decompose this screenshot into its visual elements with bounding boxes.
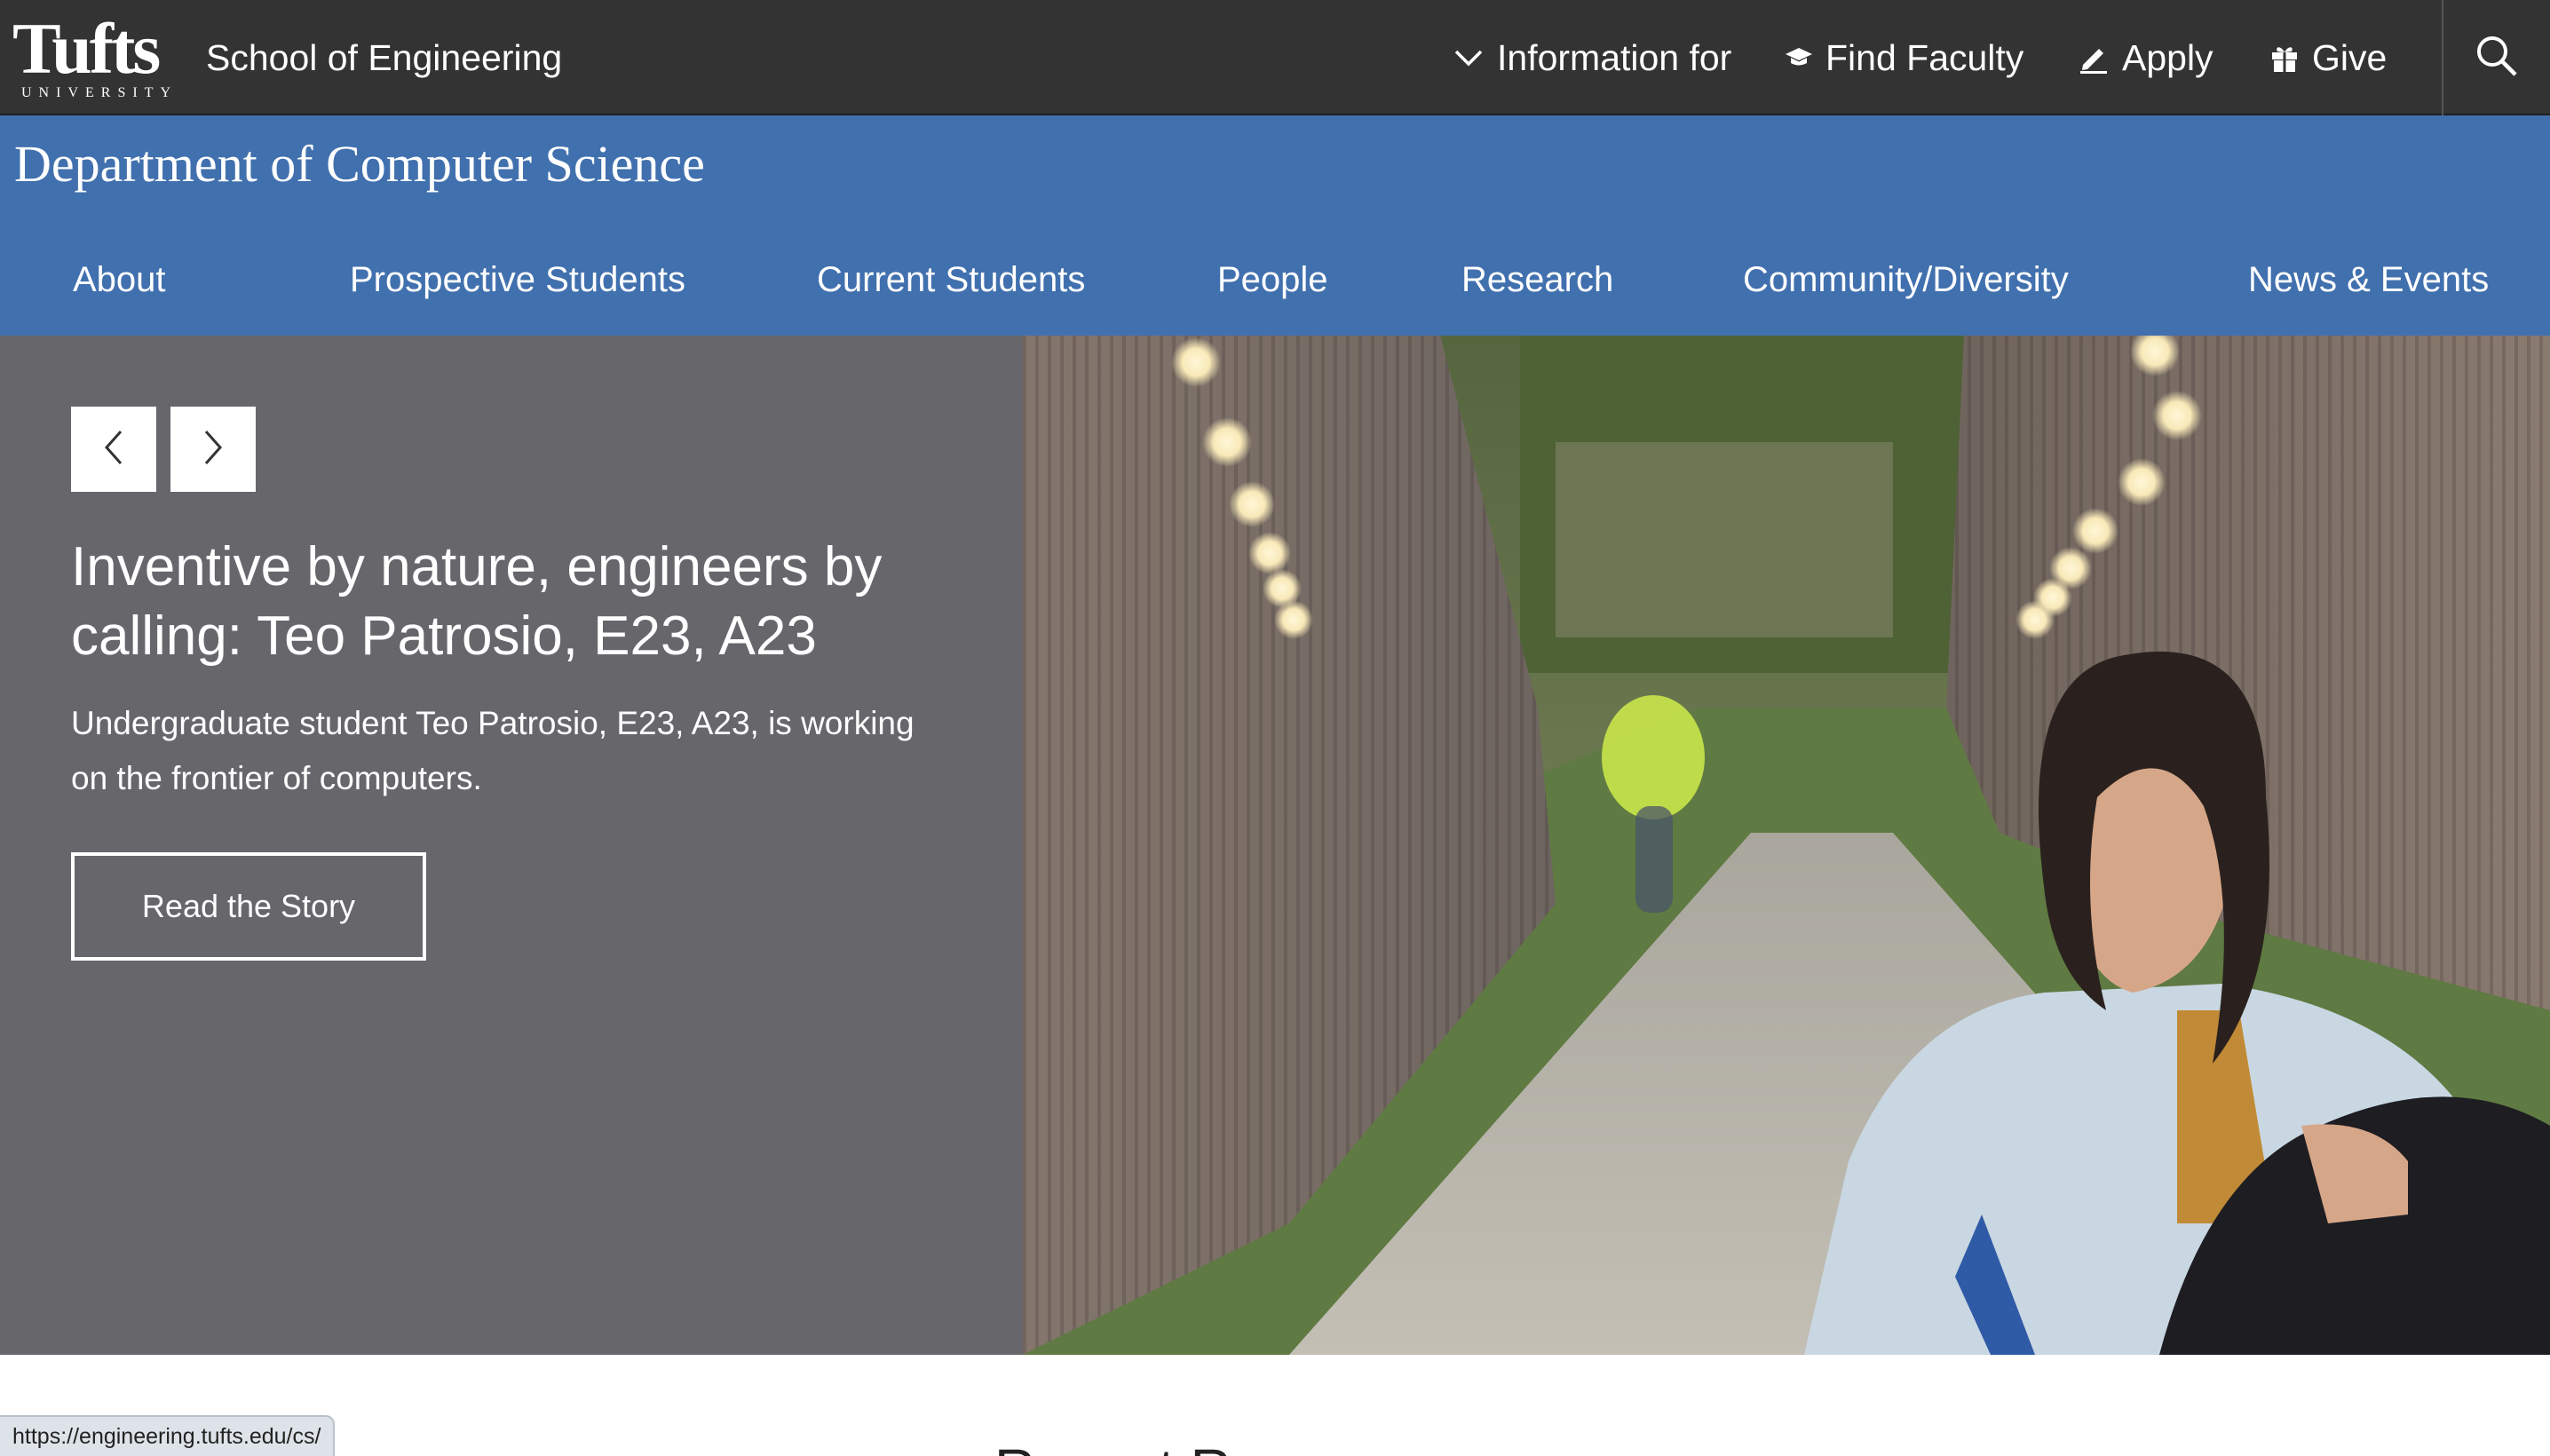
- hero-text-panel: Inventive by nature, engineers by callin…: [0, 336, 1023, 1355]
- carousel-prev-button[interactable]: [71, 407, 156, 492]
- chevron-down-icon: [1453, 42, 1485, 74]
- chevron-right-icon: [195, 426, 231, 473]
- tufts-logo[interactable]: Tufts UNIVERSITY: [12, 12, 181, 101]
- give-link[interactable]: Give: [2269, 34, 2387, 82]
- department-title-link[interactable]: Department of Computer Science: [14, 133, 705, 195]
- nav-prospective-students[interactable]: Prospective Students: [350, 249, 685, 311]
- nav-people[interactable]: People: [1217, 249, 1328, 311]
- hero-headline: Inventive by nature, engineers by callin…: [71, 536, 883, 667]
- hero-photo: [1023, 336, 2550, 1355]
- carousel-next-button[interactable]: [170, 407, 256, 492]
- department-band: Department of Computer Science About Pro…: [0, 115, 2550, 336]
- read-the-story-button[interactable]: Read the Story: [71, 852, 426, 961]
- find-faculty-label: Find Faculty: [1825, 37, 2024, 78]
- school-name-link[interactable]: School of Engineering: [206, 36, 562, 80]
- find-faculty-link[interactable]: Find Faculty: [1785, 34, 2023, 82]
- search-icon: [2475, 34, 2519, 83]
- search-button[interactable]: [2442, 0, 2550, 115]
- nav-current-students[interactable]: Current Students: [817, 249, 1085, 311]
- department-nav: About Prospective Students Current Stude…: [0, 249, 2550, 311]
- apply-label: Apply: [2122, 37, 2213, 78]
- logo-wordmark: Tufts: [12, 8, 161, 89]
- hero-description: Undergraduate student Teo Patrosio, E23,…: [71, 705, 915, 796]
- nav-research[interactable]: Research: [1461, 249, 1613, 311]
- content-section: Recent Resea: [0, 1355, 2550, 1456]
- nav-about[interactable]: About: [73, 249, 166, 311]
- give-label: Give: [2312, 37, 2388, 78]
- hero-carousel: Inventive by nature, engineers by callin…: [0, 336, 2550, 1355]
- logo-subtext: UNIVERSITY: [21, 85, 178, 100]
- top-bar: Tufts UNIVERSITY School of Engineering I…: [0, 0, 2550, 115]
- section-heading: Recent Resea: [994, 1438, 1355, 1456]
- browser-status-url: https://engineering.tufts.edu/cs/: [0, 1415, 336, 1456]
- gift-icon: [2269, 43, 2300, 73]
- nav-news-events[interactable]: News & Events: [2248, 249, 2489, 311]
- pencil-icon: [2078, 42, 2110, 74]
- information-for-menu[interactable]: Information for: [1453, 34, 1731, 82]
- graduation-cap-icon: [1785, 44, 1813, 71]
- nav-community-diversity[interactable]: Community/Diversity: [1743, 249, 2069, 311]
- chevron-left-icon: [96, 426, 131, 473]
- information-for-label: Information for: [1497, 37, 1732, 78]
- apply-link[interactable]: Apply: [2078, 34, 2213, 82]
